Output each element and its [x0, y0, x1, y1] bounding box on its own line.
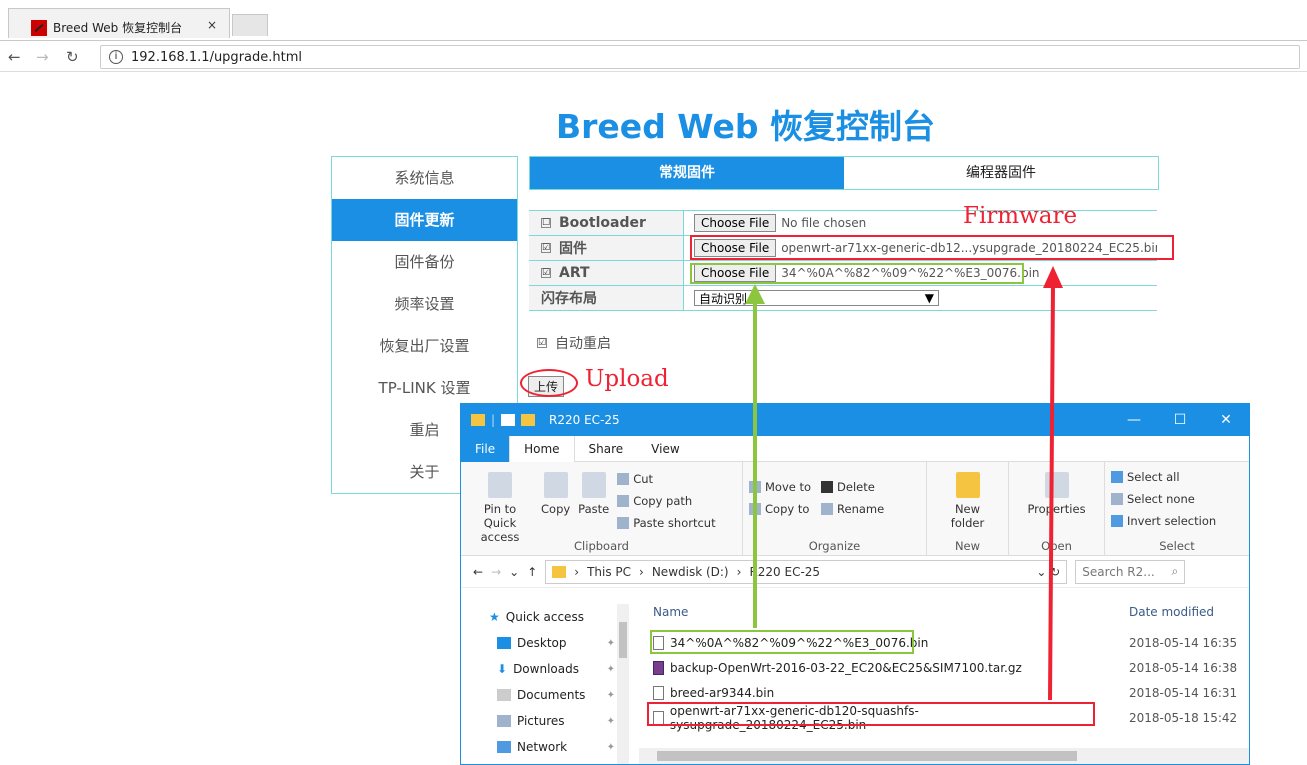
red-arrow-head: [1043, 266, 1063, 288]
annotation-arrows: [745, 266, 1063, 701]
green-arrow-head: [745, 284, 765, 304]
red-arrow-line: [1048, 284, 1055, 701]
